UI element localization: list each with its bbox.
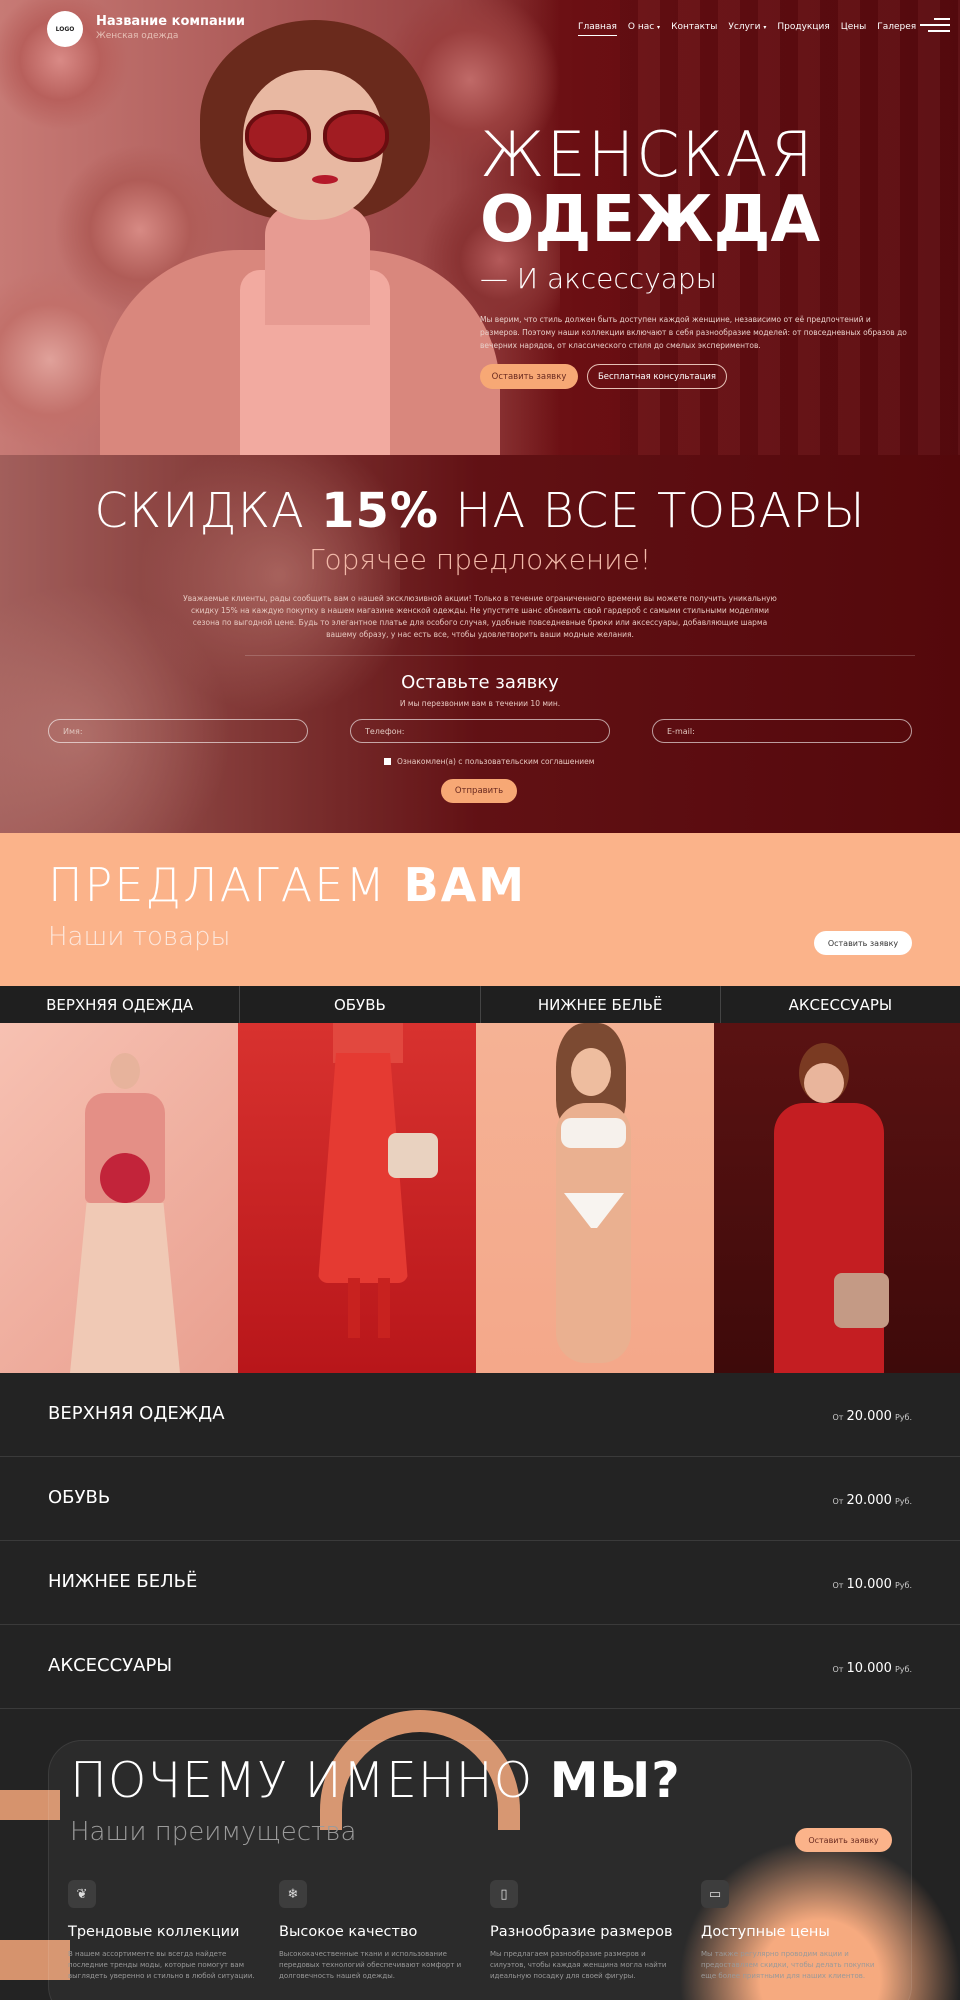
accessories-image[interactable] — [714, 1023, 960, 1373]
company-name[interactable]: Название компании — [96, 14, 245, 29]
tab-shoes[interactable]: ОБУВЬ — [240, 986, 481, 1023]
price-row-value: От 20.000 Руб. — [832, 1493, 912, 1508]
why-subtitle: Наши преимущества — [70, 1817, 357, 1847]
promo-subtitle: Горячее предложение! — [308, 543, 652, 576]
offer-title: ПРЕДЛАГАЕМ ВАМ — [48, 858, 526, 912]
promo-text: Уважаемые клиенты, рады сообщить вам о н… — [183, 594, 777, 639]
tab-lingerie[interactable]: НИЖНЕЕ БЕЛЬЁ — [481, 986, 721, 1023]
trend-icon: ❦ — [68, 1880, 96, 1908]
price-row-value: От 10.000 Руб. — [832, 1577, 912, 1592]
nav-services-label: Услуги — [728, 22, 761, 32]
promo-title: СКИДКА 15% НА ВСЕ ТОВАРЫ — [0, 483, 960, 539]
feature-item: ❦ Трендовые коллекции В нашем ассортимен… — [68, 1880, 268, 1982]
feature-title: Разнообразие размеров — [490, 1924, 673, 1940]
nav-about-label: О нас — [627, 22, 655, 32]
price-row-value: От 20.000 Руб. — [832, 1409, 912, 1424]
feature-item: ▭ Доступные цены Мы также регулярно пров… — [701, 1880, 901, 1982]
shoes-image[interactable] — [238, 1023, 476, 1373]
menu-icon[interactable] — [920, 18, 950, 32]
nav-services[interactable]: Услуги ▾ — [728, 22, 766, 36]
feature-text: Мы также регулярно проводим акции и пред… — [701, 1950, 875, 1980]
promo-title-post: НА ВСЕ ТОВАРЫ — [439, 483, 866, 539]
category-tabs: ВЕРХНЯЯ ОДЕЖДА ОБУВЬ НИЖНЕЕ БЕЛЬЁ АКСЕСС… — [0, 986, 960, 1023]
hero-description: Мы верим, что стиль должен быть доступен… — [480, 315, 907, 350]
price-row[interactable]: АКСЕССУАРЫ От 10.000 Руб. — [0, 1625, 960, 1709]
phone-field[interactable] — [350, 719, 610, 743]
feature-text: В нашем ассортименте вы всегда найдете п… — [68, 1950, 255, 1980]
price-from: От — [832, 1665, 844, 1674]
price-currency: Руб. — [894, 1581, 912, 1590]
why-request-button[interactable]: Оставить заявку — [795, 1828, 892, 1852]
offer-subtitle: Наши товары — [48, 922, 231, 952]
company-tagline: Женская одежда — [96, 31, 179, 41]
agreement-checkbox[interactable]: Ознакомлен(а) с пользовательским соглаше… — [384, 757, 594, 766]
price-row-title: АКСЕССУАРЫ — [48, 1655, 173, 1676]
feature-item: ▯ Разнообразие размеров Мы предлагаем ра… — [490, 1880, 690, 1982]
divider — [245, 655, 915, 656]
promo-title-bold: 15% — [321, 483, 440, 539]
email-field[interactable] — [652, 719, 912, 743]
feature-item: ❄ Высокое качество Высококачественные тк… — [279, 1880, 479, 1982]
checkbox-icon[interactable] — [384, 758, 391, 765]
price-amount: 20.000 — [846, 1409, 892, 1424]
price-from: От — [832, 1497, 844, 1506]
why-title-bold: МЫ? — [549, 1752, 681, 1809]
feature-text: Высококачественные ткани и использование… — [279, 1950, 462, 1980]
promo-title-pre: СКИДКА — [94, 483, 322, 539]
logo[interactable]: LOGO — [47, 11, 83, 47]
price-row-title: НИЖНЕЕ БЕЛЬЁ — [48, 1571, 198, 1592]
feature-title: Высокое качество — [279, 1924, 418, 1940]
price-from: От — [832, 1413, 844, 1422]
nav-gallery[interactable]: Галерея — [877, 22, 916, 36]
offer-request-button[interactable]: Оставить заявку — [814, 931, 912, 955]
name-field[interactable] — [48, 719, 308, 743]
size-icon: ▯ — [490, 1880, 518, 1908]
form-title: Оставьте заявку — [401, 672, 559, 693]
hero-title-line1: ЖЕНСКАЯ — [480, 118, 815, 191]
offer-title-bold: ВАМ — [403, 858, 527, 912]
price-row-title: ВЕРХНЯЯ ОДЕЖДА — [48, 1403, 225, 1424]
nav-prices[interactable]: Цены — [841, 22, 867, 36]
price-amount: 10.000 — [846, 1661, 892, 1676]
price-currency: Руб. — [894, 1413, 912, 1422]
price-row[interactable]: НИЖНЕЕ БЕЛЬЁ От 10.000 Руб. — [0, 1541, 960, 1625]
form-subtitle: И мы перезвоним вам в течении 10 мин. — [399, 699, 561, 708]
feature-text: Мы предлагаем разнообразие размеров и си… — [490, 1950, 667, 1980]
hero-consult-button[interactable]: Бесплатная консультация — [587, 364, 727, 389]
main-nav: Главная О нас ▾ Контакты Услуги ▾ Продук… — [578, 22, 916, 36]
tab-accessories[interactable]: АКСЕССУАРЫ — [721, 986, 960, 1023]
tab-outerwear[interactable]: ВЕРХНЯЯ ОДЕЖДА — [0, 986, 241, 1023]
nav-about[interactable]: О нас ▾ — [628, 22, 660, 36]
nav-home[interactable]: Главная — [578, 22, 617, 36]
price-amount: 20.000 — [846, 1493, 892, 1508]
why-title: ПОЧЕМУ ИМЕННО МЫ? — [70, 1752, 681, 1809]
price-row[interactable]: ОБУВЬ От 20.000 Руб. — [0, 1457, 960, 1541]
price-from: От — [832, 1581, 844, 1590]
price-row-value: От 10.000 Руб. — [832, 1661, 912, 1676]
send-button[interactable]: Отправить — [441, 779, 517, 803]
price-currency: Руб. — [894, 1497, 912, 1506]
outerwear-image[interactable] — [0, 1023, 238, 1373]
why-title-pre: ПОЧЕМУ ИМЕННО — [70, 1752, 550, 1809]
lingerie-image[interactable] — [476, 1023, 714, 1373]
nav-contacts[interactable]: Контакты — [671, 22, 717, 36]
price-currency: Руб. — [894, 1665, 912, 1674]
feature-title: Доступные цены — [701, 1924, 830, 1940]
price-row[interactable]: ВЕРХНЯЯ ОДЕЖДА От 20.000 Руб. — [0, 1373, 960, 1457]
chevron-down-icon: ▾ — [763, 24, 767, 31]
chevron-down-icon: ▾ — [657, 24, 661, 31]
hero-request-button[interactable]: Оставить заявку — [480, 364, 578, 389]
agreement-label: Ознакомлен(а) с пользовательским соглаше… — [397, 757, 595, 766]
hero-title-line2: ОДЕЖДА — [480, 183, 820, 257]
hero-title-line3: — И аксессуары — [480, 262, 718, 295]
price-icon: ▭ — [701, 1880, 729, 1908]
quality-icon: ❄ — [279, 1880, 307, 1908]
offer-title-pre: ПРЕДЛАГАЕМ — [48, 858, 404, 912]
feature-title: Трендовые коллекции — [68, 1924, 240, 1940]
price-row-title: ОБУВЬ — [48, 1487, 111, 1508]
price-amount: 10.000 — [846, 1577, 892, 1592]
nav-products[interactable]: Продукция — [777, 22, 829, 36]
